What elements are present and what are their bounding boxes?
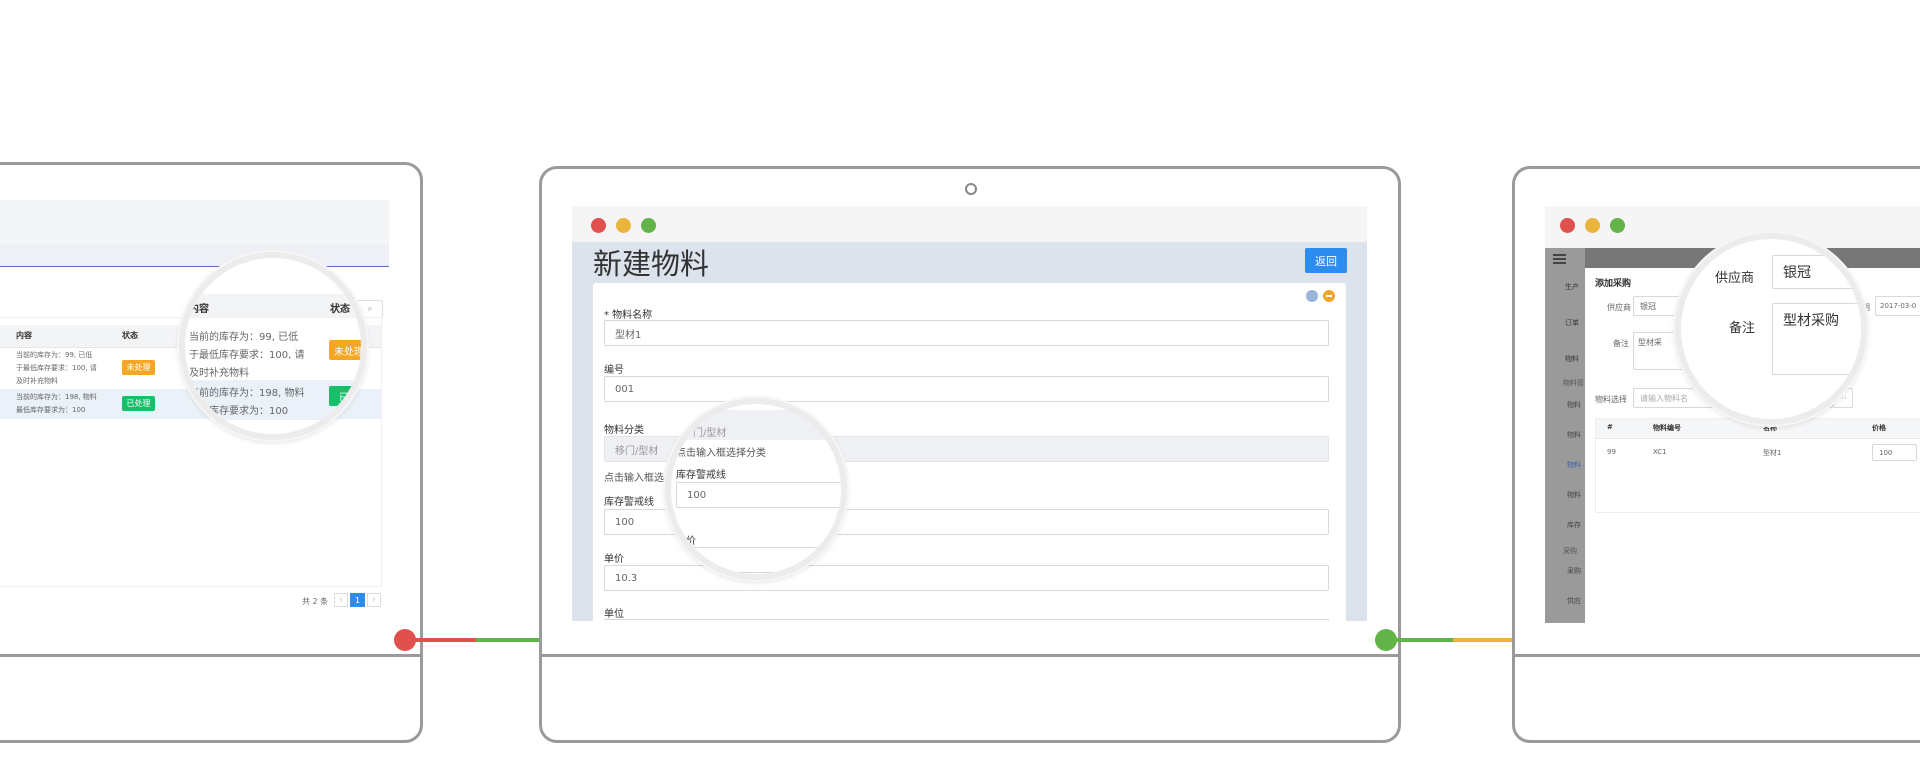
connector-line-red — [414, 638, 476, 642]
window-maximize-icon[interactable] — [641, 218, 656, 233]
pagination-prev-button[interactable]: ‹ — [334, 593, 348, 607]
left-magnifier: 内容 状态 当前的库存为：99, 已低 于最低库存要求：100, 请 及时补充物… — [179, 252, 367, 440]
modal-material-label: 物料选择 — [1595, 395, 1627, 404]
expand-icon[interactable] — [1306, 290, 1318, 302]
connector-dot-red — [394, 629, 416, 651]
sidebar-item-orders[interactable]: 订单 — [1565, 318, 1579, 328]
left-mag-row2-line1: 当前的库存为：198, 物料 — [189, 388, 305, 399]
page-title: 新建物料 — [593, 247, 710, 281]
left-mag-th-content: 内容 — [189, 304, 209, 315]
center-mag-price-label: 单价 — [676, 536, 696, 547]
connector-line-green-2 — [1395, 638, 1453, 642]
left-mag-row1-line3: 及时补充物料 — [189, 368, 249, 379]
connector-dot-green-2 — [1375, 629, 1397, 651]
collapse-icon[interactable] — [1323, 290, 1335, 302]
right-mag-remark-label: 备注 — [1729, 321, 1756, 336]
center-mag-hint: 点击输入框选择分类 — [676, 448, 766, 459]
right-mag-supplier-label: 供应商 — [1715, 271, 1755, 286]
sidebar-sub-item[interactable]: 库存 — [1567, 520, 1581, 530]
right-mag-remark-input[interactable]: 型材采购 — [1772, 303, 1861, 375]
left-mag-row1-line1: 当前的库存为：99, 已低 — [189, 332, 299, 343]
center-magnifier: 门/型材 点击输入框选择分类 库存警戒线 100 单价 3 — [665, 398, 847, 580]
sidebar-group2-header: 采购 — [1563, 547, 1577, 555]
center-mag-price-input[interactable]: 3 — [676, 547, 841, 573]
price-label: 单价 — [604, 554, 624, 565]
modal-title: 添加采购 — [1595, 279, 1632, 289]
sidebar-item-materials[interactable]: 物料 — [1565, 354, 1579, 364]
modal-material-placeholder: 请输入物料名 — [1640, 393, 1688, 403]
code-input[interactable]: 001 — [604, 376, 1329, 402]
search-icon: ⌕ — [367, 304, 373, 314]
sidebar-sub-header: 物料管 — [1563, 379, 1584, 387]
unit-input[interactable] — [604, 619, 1329, 621]
left-nav-bar — [0, 244, 389, 267]
center-window-bar — [572, 206, 1367, 242]
window-close-icon[interactable] — [591, 218, 606, 233]
left-top-bar — [0, 200, 389, 244]
window-minimize-icon[interactable] — [616, 218, 631, 233]
sidebar-group2-item[interactable]: 采购 — [1567, 566, 1581, 576]
camera-icon — [965, 183, 977, 195]
left-mag-status-pending[interactable]: 未处理 — [329, 340, 361, 360]
center-mag-warning-label: 库存警戒线 — [676, 470, 726, 481]
left-mag-row1-line2: 于最低库存要求：100, 请 — [189, 350, 305, 361]
code-label: 编号 — [604, 365, 624, 376]
right-mag-supplier-input[interactable]: 银冠 — [1772, 255, 1861, 289]
pagination-next-button[interactable]: › — [367, 593, 381, 607]
center-mag-warning-input[interactable]: 100 — [676, 482, 841, 508]
back-button[interactable]: 返回 — [1305, 248, 1347, 273]
sidebar-group2-item[interactable]: 供应 — [1567, 596, 1581, 606]
left-laptop-hinge — [0, 654, 423, 657]
right-magnifier: 供应商 银冠 备注 型材采购 — [1675, 233, 1867, 425]
right-window-maximize-icon[interactable] — [1610, 218, 1625, 233]
sidebar-sub-item[interactable]: 物料 — [1567, 460, 1581, 470]
sidebar-item-production[interactable]: 生产 — [1565, 282, 1579, 292]
right-window-close-icon[interactable] — [1560, 218, 1575, 233]
category-label: 物料分类 — [604, 425, 644, 436]
sidebar: 生产 订单 物料 物料管 物料 物料 物料 物料 库存 采购 采购 供应 — [1545, 248, 1585, 623]
left-mag-row2-line2: 最低库存要求为：100 — [189, 406, 289, 417]
center-laptop-hinge — [539, 654, 1401, 657]
sidebar-sub-item[interactable]: 物料 — [1567, 490, 1581, 500]
modal-table-border — [1595, 418, 1920, 513]
modal-supplier-label: 供应商 — [1607, 303, 1631, 312]
modal-remark-label: 备注 — [1613, 339, 1629, 348]
material-name-input[interactable]: 型材1 — [604, 320, 1329, 346]
center-mag-category-value: 门/型材 — [693, 428, 727, 439]
pagination-total: 共 2 条 — [302, 597, 329, 606]
right-window-minimize-icon[interactable] — [1585, 218, 1600, 233]
menu-icon[interactable] — [1553, 254, 1566, 264]
sidebar-sub-item[interactable]: 物料 — [1567, 400, 1581, 410]
warning-line-label: 库存警戒线 — [604, 497, 654, 508]
right-laptop-hinge — [1512, 654, 1920, 657]
pagination-page-1[interactable]: 1 — [350, 593, 365, 607]
modal-date-input[interactable]: 2017-03-0 — [1875, 296, 1920, 316]
material-name-label: * 物料名称 — [604, 310, 653, 321]
left-mag-th-status: 状态 — [330, 304, 350, 315]
unit-label: 单位 — [604, 609, 624, 620]
sidebar-sub-item[interactable]: 物料 — [1567, 430, 1581, 440]
